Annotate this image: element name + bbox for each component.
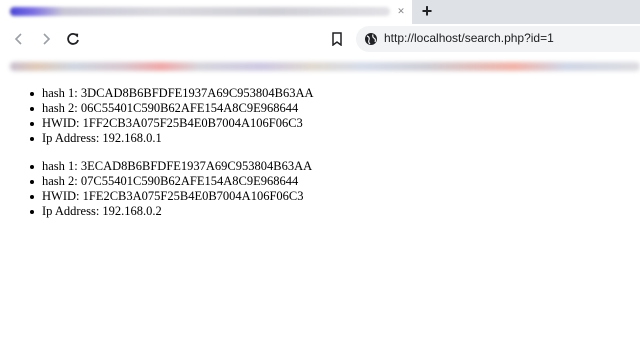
ip-value: 192.168.0.1	[102, 131, 162, 145]
hwid-label: HWID:	[42, 116, 80, 130]
hash1-label: hash 1:	[42, 86, 78, 100]
hash1-value: 3ECAD8B6BFDFE1937A69C953804B63AA	[80, 159, 313, 173]
hash1-item: hash 1: 3DCAD8B6BFDFE1937A69C953804B63AA	[30, 86, 640, 101]
address-bar[interactable]: http://localhost/search.php?id=1	[356, 26, 640, 52]
url-text[interactable]: http://localhost/search.php?id=1	[384, 31, 554, 45]
tab-close-icon[interactable]: ✕	[395, 4, 407, 18]
forward-arrow-icon[interactable]	[36, 29, 56, 49]
back-arrow-icon[interactable]	[9, 29, 29, 49]
bookmark-icon[interactable]	[328, 29, 346, 49]
hwid-item: HWID: 1FF2CB3A075F25B4E0B7004A106F06C3	[30, 116, 640, 131]
hwid-value: 1FF2CB3A075F25B4E0B7004A106F06C3	[82, 116, 303, 130]
ip-item: Ip Address: 192.168.0.2	[30, 204, 640, 219]
hash2-value: 07C55401C590B62AFE154A8C9E968644	[80, 174, 299, 188]
record-list: hash 1: 3DCAD8B6BFDFE1937A69C953804B63AA…	[0, 86, 640, 146]
ip-value: 192.168.0.2	[102, 204, 162, 218]
new-tab-button[interactable]: +	[416, 1, 438, 23]
hash2-label: hash 2:	[42, 101, 78, 115]
hash1-item: hash 1: 3ECAD8B6BFDFE1937A69C953804B63AA	[30, 159, 640, 174]
reload-icon[interactable]	[63, 29, 83, 49]
hwid-label: HWID:	[42, 189, 80, 203]
ip-label: Ip Address:	[42, 204, 100, 218]
hash1-value: 3DCAD8B6BFDFE1937A69C953804B63AA	[80, 86, 314, 100]
browser-toolbar: http://localhost/search.php?id=1	[0, 24, 640, 54]
hwid-value: 1FE2CB3A075F25B4E0B7004A106F06C3	[82, 189, 304, 203]
tab-title-redacted	[10, 7, 390, 16]
ip-label: Ip Address:	[42, 131, 100, 145]
bookmarks-bar	[0, 54, 640, 78]
hash2-item: hash 2: 06C55401C590B62AFE154A8C9E968644	[30, 101, 640, 116]
active-tab[interactable]: ✕	[0, 0, 412, 24]
hash1-label: hash 1:	[42, 159, 78, 173]
bookmarks-redacted	[10, 62, 640, 71]
hash2-item: hash 2: 07C55401C590B62AFE154A8C9E968644	[30, 174, 640, 189]
ip-item: Ip Address: 192.168.0.1	[30, 131, 640, 146]
hash2-value: 06C55401C590B62AFE154A8C9E968644	[80, 101, 299, 115]
hash2-label: hash 2:	[42, 174, 78, 188]
tab-strip: ✕ +	[0, 0, 640, 24]
globe-icon[interactable]	[364, 32, 378, 46]
record-list: hash 1: 3ECAD8B6BFDFE1937A69C953804B63AA…	[0, 159, 640, 219]
page-content: hash 1: 3DCAD8B6BFDFE1937A69C953804B63AA…	[0, 86, 640, 232]
hwid-item: HWID: 1FE2CB3A075F25B4E0B7004A106F06C3	[30, 189, 640, 204]
